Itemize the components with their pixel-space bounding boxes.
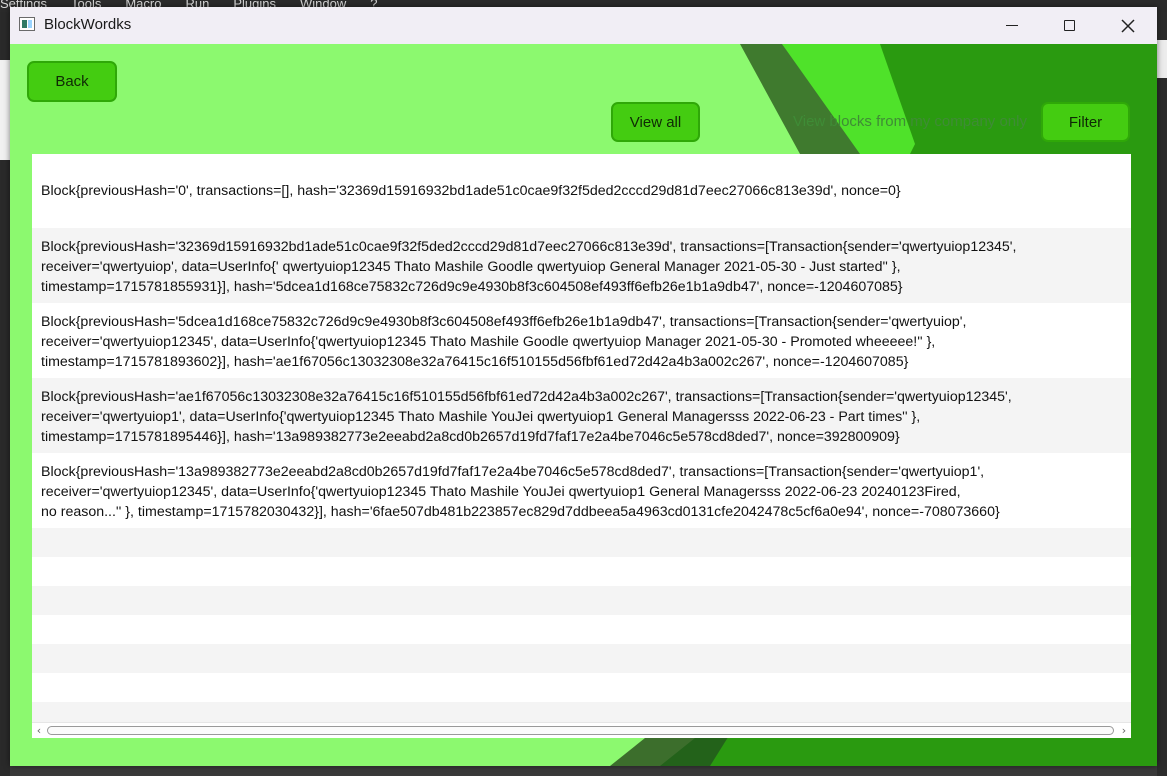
list-item[interactable]: Block{previousHash='13a989382773e2eeabd2… <box>32 453 1131 528</box>
filter-hint-label: View blocks from my company only <box>793 113 1027 130</box>
scrollbar-thumb[interactable] <box>47 726 1114 735</box>
background-left-panel <box>0 60 10 160</box>
app-window-icon <box>19 17 35 31</box>
maximize-icon <box>1063 20 1075 31</box>
horizontal-scrollbar[interactable]: ‹ › <box>32 722 1131 738</box>
empty-list-row <box>32 673 1131 702</box>
background-right-edge <box>1157 12 1167 776</box>
empty-list-row <box>32 644 1131 673</box>
block-text-line: receiver='qwertyuiop1', data=UserInfo{'q… <box>41 409 921 425</box>
block-text-line: Block{previousHash='32369d15916932bd1ade… <box>41 239 1017 255</box>
view-all-button[interactable]: View all <box>611 102 700 142</box>
block-text-line: receiver='qwertyuiop12345', data=UserInf… <box>41 334 936 350</box>
filter-button[interactable]: Filter <box>1041 102 1130 142</box>
block-text-line: no reason...'' }, timestamp=171578203043… <box>41 504 1000 520</box>
block-text-line: Block{previousHash='5dcea1d168ce75832c72… <box>41 314 967 330</box>
list-item[interactable]: Block{previousHash='0', transactions=[],… <box>32 154 1131 228</box>
empty-list-row <box>32 528 1131 557</box>
minimize-button[interactable] <box>983 7 1041 44</box>
background-right-panel <box>1157 40 1167 78</box>
main-content: Back View all View blocks from my compan… <box>10 44 1157 766</box>
back-button[interactable]: Back <box>27 61 117 102</box>
empty-list-row <box>32 557 1131 586</box>
block-text-line: receiver='qwertyuiop', data=UserInfo{' q… <box>41 259 901 275</box>
list-item[interactable]: Block{previousHash='ae1f67056c13032308e3… <box>32 378 1131 453</box>
app-window: BlockWordks Back View all View blocks fr… <box>10 7 1157 766</box>
minimize-icon <box>1006 25 1018 26</box>
window-title: BlockWordks <box>44 16 132 33</box>
block-text-line: timestamp=1715781893602}], hash='ae1f670… <box>41 354 909 370</box>
close-icon <box>1121 18 1135 33</box>
block-text-line: Block{previousHash='ae1f67056c13032308e3… <box>41 389 1012 405</box>
block-text-line: timestamp=1715781855931}], hash='5dcea1d… <box>41 279 903 295</box>
blocks-list[interactable]: Block{previousHash='0', transactions=[],… <box>32 154 1131 722</box>
block-text-line: timestamp=1715781895446}], hash='13a9893… <box>41 429 900 445</box>
block-text-line: Block{previousHash='0', transactions=[],… <box>41 183 901 199</box>
block-text-line: receiver='qwertyuiop12345', data=UserInf… <box>41 484 961 500</box>
chevron-right-icon[interactable]: › <box>1117 723 1131 738</box>
empty-list-row <box>32 615 1131 644</box>
empty-list-row <box>32 702 1131 722</box>
block-text-line: Block{previousHash='13a989382773e2eeabd2… <box>41 464 985 480</box>
list-item[interactable]: Block{previousHash='5dcea1d168ce75832c72… <box>32 303 1131 378</box>
close-button[interactable] <box>1099 7 1157 44</box>
maximize-button[interactable] <box>1040 7 1098 44</box>
empty-list-row <box>32 586 1131 615</box>
list-item[interactable]: Block{previousHash='32369d15916932bd1ade… <box>32 228 1131 303</box>
title-bar[interactable]: BlockWordks <box>10 7 1157 44</box>
chevron-left-icon[interactable]: ‹ <box>32 723 46 738</box>
